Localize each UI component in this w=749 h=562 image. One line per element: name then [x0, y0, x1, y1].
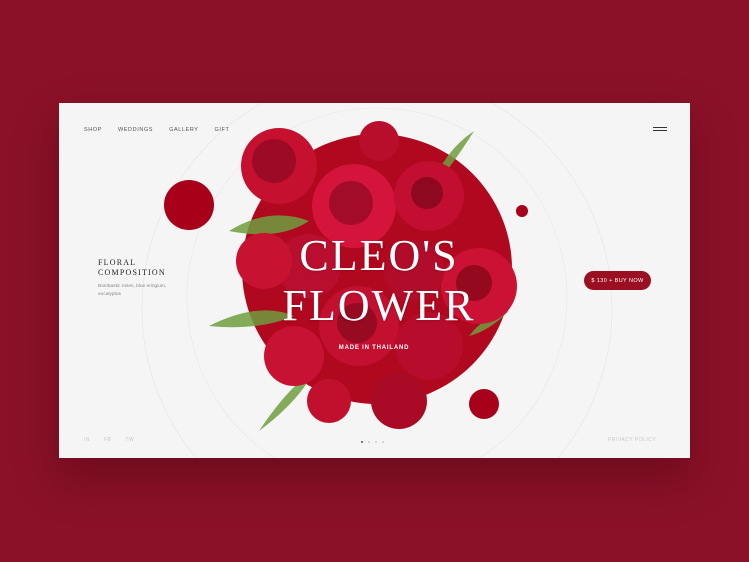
- product-heading-line2: COMPOSITION: [98, 268, 166, 277]
- nav-weddings[interactable]: WEDDINGS: [118, 127, 153, 133]
- product-heading: FLORAL COMPOSITION: [98, 258, 166, 278]
- buy-now-button[interactable]: $ 130 + BUY NOW: [584, 271, 651, 290]
- slide-dot-2[interactable]: [368, 441, 370, 443]
- product-heading-line1: FLORAL: [98, 258, 137, 267]
- slider-dots: [361, 441, 384, 443]
- hero-title-line1: CLEO'S: [299, 231, 459, 280]
- product-description: Bombastic roses, blue eringium, eucalypt…: [98, 284, 167, 297]
- hamburger-icon[interactable]: [653, 127, 667, 133]
- hero-title-line2: FLOWER: [282, 281, 476, 330]
- landing-card: SHOP WEDDINGS GALLERY GIFT FLORAL COMPOS…: [59, 103, 690, 458]
- privacy-policy-link[interactable]: PRIVACY POLICY: [608, 437, 656, 443]
- slide-dot-4[interactable]: [382, 441, 384, 443]
- social-facebook[interactable]: FB: [104, 437, 111, 443]
- nav-shop[interactable]: SHOP: [84, 127, 102, 133]
- social-twitter[interactable]: TW: [125, 437, 134, 443]
- social-instagram[interactable]: IN: [84, 437, 90, 443]
- hero-subtitle: MADE IN THAILAND: [338, 345, 410, 351]
- slide-dot-1[interactable]: [361, 441, 363, 443]
- slide-dot-3[interactable]: [375, 441, 377, 443]
- social-links: IN FB TW: [84, 437, 148, 443]
- nav-gallery[interactable]: GALLERY: [169, 127, 198, 133]
